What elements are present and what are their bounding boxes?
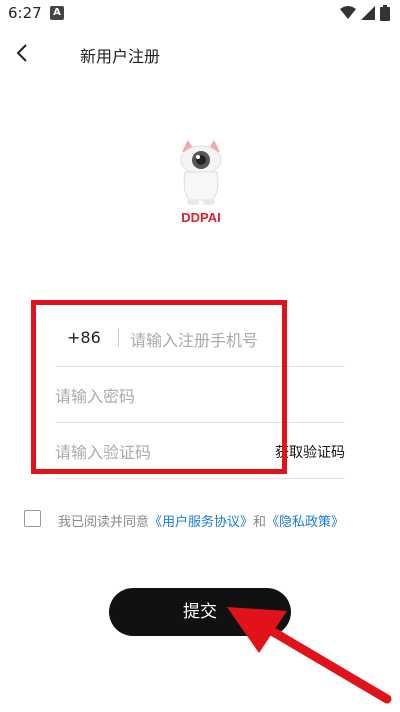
status-bar: 6:27 A	[0, 0, 400, 28]
service-agreement-link[interactable]: 《用户服务协议》	[149, 515, 253, 530]
agreement-prefix: 我已阅读并同意	[58, 515, 150, 530]
status-time: 6:27	[8, 4, 42, 22]
chevron-left-icon[interactable]	[8, 38, 38, 68]
wifi-icon	[340, 6, 356, 19]
logo-text: DDPAI	[181, 210, 220, 225]
annotation-highlight-box	[31, 300, 287, 474]
agreement-row: 我已阅读并同意《用户服务协议》和《隐私政策》	[24, 509, 384, 530]
ddpai-logo: DDPAI	[180, 140, 222, 225]
battery-icon	[380, 5, 390, 21]
annotation-arrow-icon	[227, 607, 392, 704]
privacy-policy-link[interactable]: 《隐私政策》	[266, 515, 344, 530]
signal-icon	[361, 6, 375, 20]
agreement-text: 我已阅读并同意《用户服务协议》和《隐私政策》	[58, 511, 344, 530]
app-header: 新用户注册	[0, 28, 400, 78]
page-title: 新用户注册	[80, 47, 161, 66]
agreement-checkbox[interactable]	[24, 510, 41, 527]
notification-icon: A	[50, 6, 64, 20]
agreement-and: 和	[253, 515, 267, 530]
